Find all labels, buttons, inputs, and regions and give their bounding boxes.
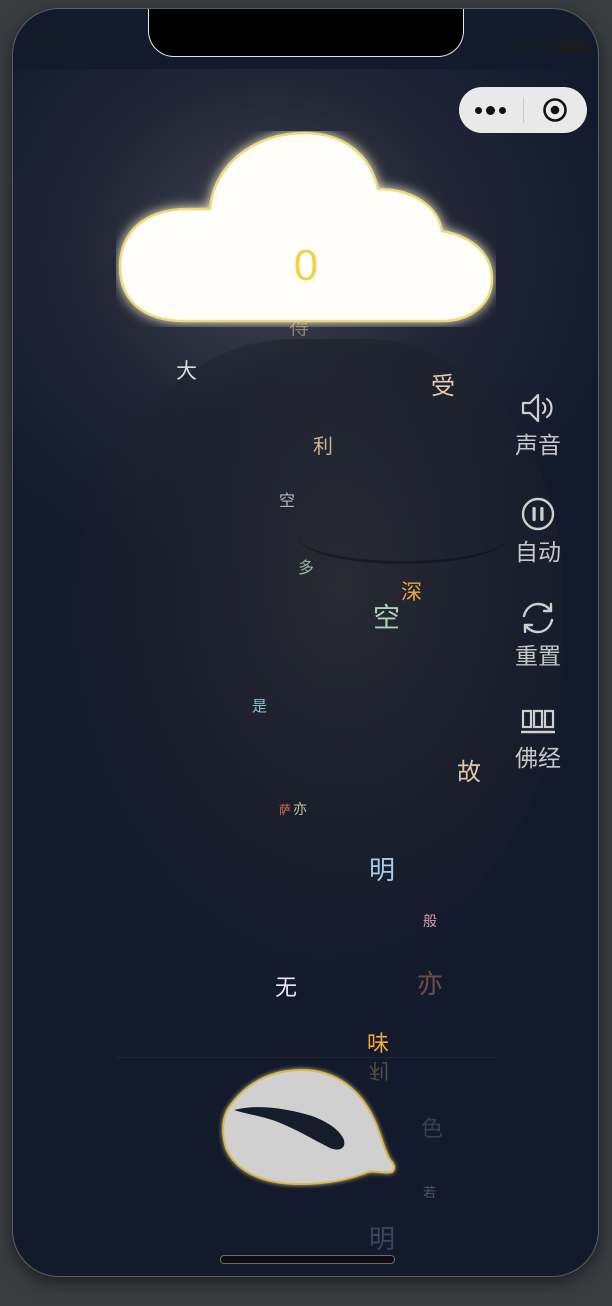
falling-char: 大 (176, 359, 197, 383)
auto-button[interactable]: 自动 (508, 497, 568, 567)
battery-percent: 100% (511, 38, 550, 55)
status-time: 21:31 (29, 37, 70, 54)
falling-char: 若 (423, 1186, 437, 1201)
reset-label: 重置 (515, 644, 561, 670)
falling-char: 亦 (417, 970, 444, 1000)
more-dots-icon (475, 106, 483, 114)
sound-label: 声音 (515, 433, 561, 459)
falling-char: 味 (367, 1032, 390, 1057)
sutra-label: 佛经 (515, 746, 561, 772)
auto-label: 自动 (515, 540, 561, 566)
refresh-icon (522, 602, 554, 634)
phone-screen: 21:31 100% 大 受 利 空 多 深 空 是 故 萨 亦 明 般 无 亦… (13, 9, 598, 1276)
sutra-button[interactable]: 佛经 (508, 705, 568, 773)
falling-char: 亦 (293, 802, 307, 818)
falling-char: 深 (401, 580, 422, 604)
falling-char: 空 (279, 491, 296, 510)
falling-char: 色 (421, 1117, 444, 1142)
falling-char: 明 (369, 1225, 396, 1255)
target-icon (543, 98, 568, 122)
sutra-icon (521, 709, 555, 734)
wooden-fish-icon[interactable] (216, 1064, 406, 1194)
home-indicator[interactable] (220, 1255, 395, 1264)
falling-char: 无 (275, 976, 298, 1001)
cloud-counter-icon (118, 131, 494, 323)
close-miniprogram-button[interactable] (524, 87, 588, 133)
falling-char: 是 (252, 697, 268, 715)
speaker-icon (521, 393, 553, 423)
notch (148, 9, 464, 57)
more-button[interactable] (459, 87, 523, 133)
sound-button[interactable]: 声音 (508, 392, 568, 460)
divider-line (116, 1057, 496, 1058)
battery-icon (556, 40, 591, 53)
falling-char: 明 (369, 856, 396, 886)
buddha-eye-image (298, 509, 508, 564)
falling-char: 故 (457, 758, 481, 786)
merit-counter: 0 (293, 241, 319, 290)
falling-char: 般 (423, 914, 437, 930)
falling-char: 受 (431, 372, 455, 400)
reset-button[interactable]: 重置 (508, 601, 568, 671)
falling-char: 利 (313, 434, 333, 458)
falling-char: 多 (298, 558, 315, 577)
buddha-face-image (73, 339, 563, 959)
pause-circle-icon (521, 497, 555, 531)
battery-status: 100% (511, 38, 591, 55)
miniprogram-capsule (459, 87, 587, 133)
falling-char: 空 (373, 603, 400, 634)
falling-char: 萨 (279, 803, 292, 817)
